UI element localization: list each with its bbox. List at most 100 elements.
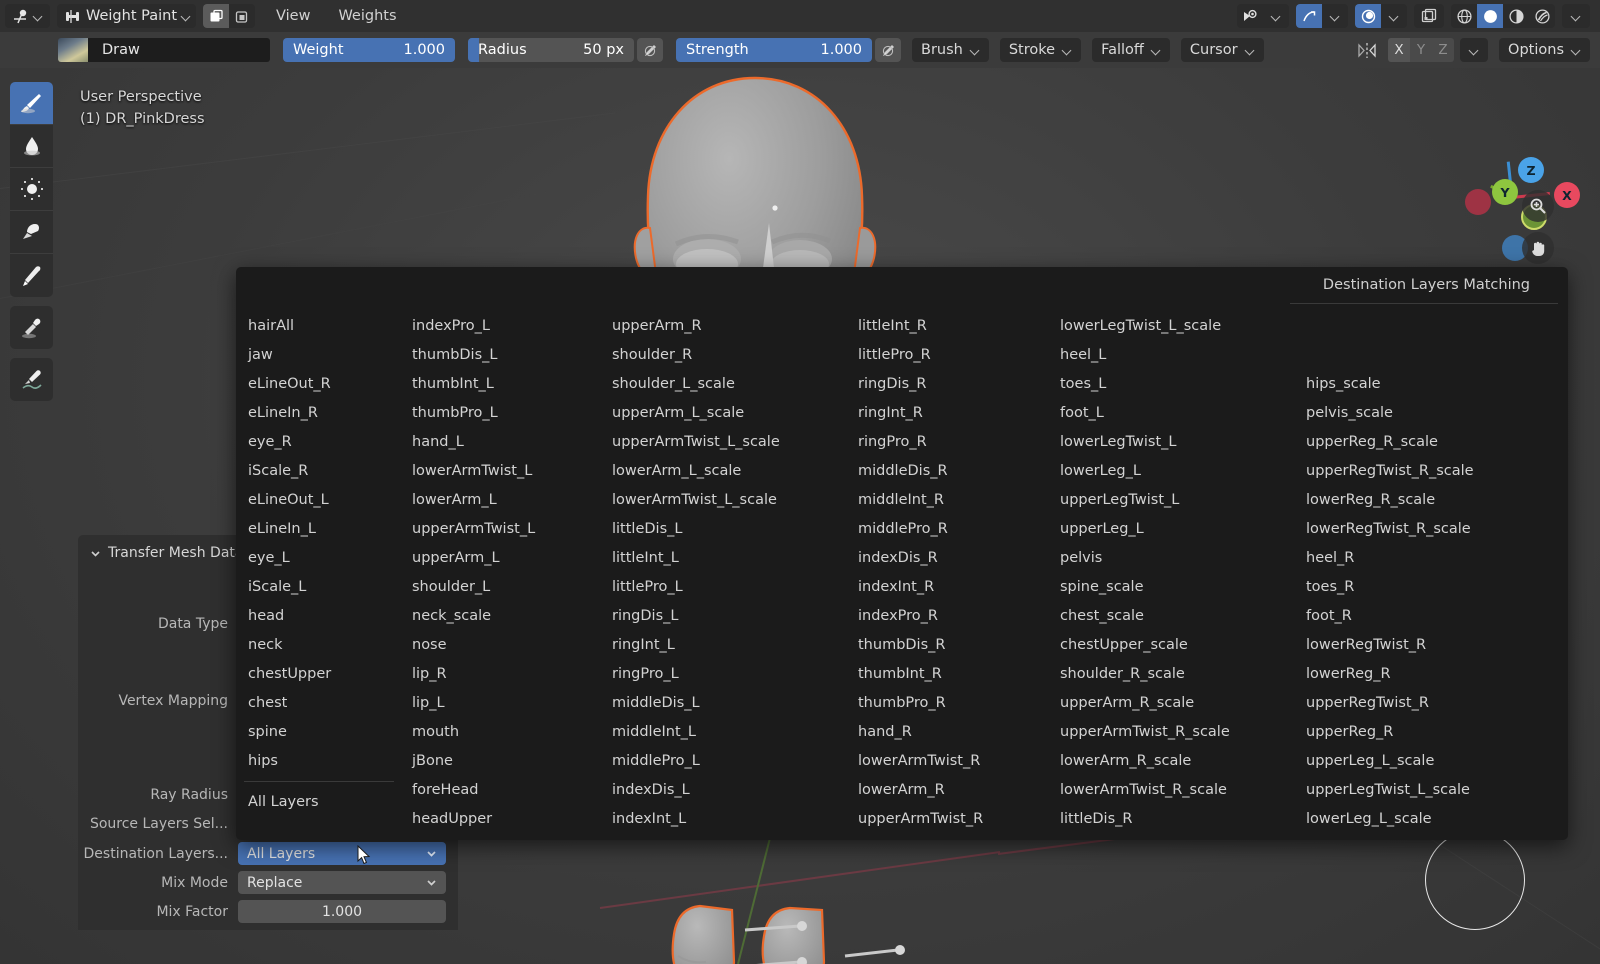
dropdown-item[interactable]: indexInt_L — [608, 804, 780, 833]
dropdown-item[interactable]: iScale_L — [244, 572, 404, 601]
dropdown-item[interactable]: lowerArmTwist_L — [408, 456, 535, 485]
brush-popover[interactable]: Brush — [912, 38, 989, 62]
dropdown-item[interactable]: toes_L — [1056, 369, 1230, 398]
dropdown-item[interactable]: chestUpper — [244, 659, 404, 688]
mix-mode-select[interactable]: Replace — [238, 871, 446, 894]
dropdown-item[interactable]: head — [244, 601, 404, 630]
dropdown-item[interactable]: lowerRegTwist_R_scale — [1302, 514, 1474, 543]
symmetry-z-toggle[interactable]: Z — [1432, 38, 1455, 62]
shading-modes[interactable] — [1451, 4, 1555, 28]
dropdown-item[interactable]: upperArmTwist_L_scale — [608, 427, 780, 456]
dropdown-item[interactable]: eye_R — [244, 427, 404, 456]
dropdown-item[interactable]: pelvis_scale — [1302, 398, 1474, 427]
dropdown-item[interactable]: ringDis_R — [854, 369, 983, 398]
dropdown-item[interactable]: lip_L — [408, 688, 535, 717]
stroke-popover[interactable]: Stroke — [999, 38, 1082, 62]
rendered-shading-button[interactable] — [1529, 4, 1555, 28]
strength-slider[interactable]: Strength 1.000 — [676, 38, 872, 62]
dropdown-item[interactable]: eLineIn_L — [244, 514, 404, 543]
vertex-selection-toggle[interactable] — [203, 4, 230, 28]
dropdown-item[interactable]: upperRegTwist_R_scale — [1302, 456, 1474, 485]
dropdown-item[interactable]: upperArm_L — [408, 543, 535, 572]
tool-header[interactable]: Draw Weight 1.000 Radius 50 px Strength … — [0, 32, 1600, 68]
dropdown-item[interactable]: indexPro_R — [854, 601, 983, 630]
dropdown-item[interactable]: upperReg_R_scale — [1302, 427, 1474, 456]
dropdown-item[interactable]: shoulder_R — [608, 340, 780, 369]
dropdown-item[interactable]: chestUpper_scale — [1056, 630, 1230, 659]
dropdown-item[interactable]: upperLegTwist_L — [1056, 485, 1230, 514]
topbar[interactable]: Weight Paint View Weights — [0, 0, 1600, 32]
dropdown-item[interactable]: lowerReg_R_scale — [1302, 485, 1474, 514]
chevron-down-icon[interactable] — [1263, 4, 1289, 28]
dropdown-item[interactable]: lowerArmTwist_L_scale — [608, 485, 780, 514]
dropdown-item[interactable]: littlePro_L — [608, 572, 780, 601]
dropdown-item[interactable]: upperArmTwist_L — [408, 514, 535, 543]
dropdown-item[interactable]: iScale_R — [244, 456, 404, 485]
dropdown-item[interactable]: lowerReg_R — [1302, 659, 1474, 688]
menu-view[interactable]: View — [276, 8, 310, 24]
dropdown-item[interactable]: hand_L — [408, 427, 535, 456]
dropdown-item[interactable]: middleDis_L — [608, 688, 780, 717]
dropdown-item[interactable]: middleInt_L — [608, 717, 780, 746]
dropdown-item[interactable]: thumbDis_R — [854, 630, 983, 659]
dropdown-item[interactable]: ringInt_L — [608, 630, 780, 659]
falloff-popover[interactable]: Falloff — [1092, 38, 1170, 62]
dropdown-item[interactable]: eye_L — [244, 543, 404, 572]
dropdown-item[interactable]: lowerLegTwist_L — [1056, 427, 1230, 456]
overlays-button[interactable] — [1414, 4, 1444, 28]
options-popover[interactable]: Options — [1499, 38, 1590, 62]
dropdown-item[interactable]: upperReg_R — [1302, 717, 1474, 746]
gizmo-ball-y[interactable]: Y — [1492, 179, 1518, 205]
dropdown-item[interactable]: thumbInt_L — [408, 369, 535, 398]
dropdown-item[interactable]: upperArmTwist_R — [854, 804, 983, 833]
gizmo-ball-x[interactable]: X — [1554, 182, 1580, 208]
dropdown-item[interactable]: lowerRegTwist_R — [1302, 630, 1474, 659]
face-selection-toggle[interactable] — [229, 4, 255, 28]
dropdown-item[interactable]: ringInt_R — [854, 398, 983, 427]
pan-view-button[interactable] — [1522, 232, 1554, 264]
dropdown-item-all-layers[interactable]: All Layers — [244, 787, 404, 816]
dropdown-item[interactable]: lowerLeg_L_scale — [1302, 804, 1474, 833]
weight-slider[interactable]: Weight 1.000 — [283, 38, 455, 62]
object-mode-toggle-pair[interactable] — [203, 4, 256, 28]
row-mix-factor[interactable]: Mix Factor 1.000 — [78, 898, 458, 925]
menu-weights[interactable]: Weights — [338, 8, 396, 24]
dropdown-item[interactable]: ringPro_L — [608, 659, 780, 688]
dropdown-item[interactable]: upperLegTwist_L_scale — [1302, 775, 1474, 804]
dropdown-item[interactable]: shoulder_R_scale — [1056, 659, 1230, 688]
zoom-view-button[interactable] — [1522, 190, 1554, 222]
dropdown-item[interactable]: littleInt_R — [854, 311, 983, 340]
dropdown-item[interactable]: hips_scale — [1302, 369, 1474, 398]
dropdown-item[interactable]: indexInt_R — [854, 572, 983, 601]
blur-tool[interactable] — [10, 125, 53, 168]
dropdown-item[interactable]: lowerArm_R_scale — [1056, 746, 1230, 775]
dropdown-item[interactable]: upperArmTwist_R_scale — [1056, 717, 1230, 746]
dropdown-item[interactable]: littleDis_R — [1056, 804, 1230, 833]
chevron-down-icon[interactable] — [1322, 4, 1348, 28]
gradient-tool[interactable] — [10, 254, 53, 297]
smear-tool[interactable] — [10, 211, 53, 254]
dropdown-item[interactable]: pelvis — [1056, 543, 1230, 572]
dropdown-item[interactable]: eLineOut_R — [244, 369, 404, 398]
dropdown-item[interactable]: upperLeg_L_scale — [1302, 746, 1474, 775]
symmetry-axis-group[interactable]: X Y Z — [1388, 38, 1455, 62]
dropdown-item[interactable]: hand_R — [854, 717, 983, 746]
shading-popover-button[interactable] — [1562, 4, 1590, 28]
snap-toggle[interactable] — [1296, 4, 1322, 28]
dropdown-item[interactable]: middlePro_L — [608, 746, 780, 775]
dropdown-item[interactable]: shoulder_L — [408, 572, 535, 601]
gizmo-ball-x-neg[interactable] — [1465, 189, 1491, 215]
proportional-edit-popover[interactable] — [1355, 4, 1407, 28]
chevron-down-icon[interactable] — [1381, 4, 1407, 28]
wireframe-shading-button[interactable] — [1451, 4, 1477, 28]
symmetry-y-toggle[interactable]: Y — [1410, 38, 1433, 62]
dropdown-item[interactable]: lip_R — [408, 659, 535, 688]
dropdown-item[interactable]: indexDis_R — [854, 543, 983, 572]
symmetry-popover-button[interactable] — [1460, 38, 1489, 62]
editor-type-button[interactable] — [5, 4, 50, 28]
dropdown-item[interactable]: eLineIn_R — [244, 398, 404, 427]
row-mix-mode[interactable]: Mix Mode Replace — [78, 869, 458, 896]
sample-weight-tool[interactable] — [10, 306, 53, 349]
dropdown-item[interactable]: upperRegTwist_R — [1302, 688, 1474, 717]
dropdown-item[interactable]: shoulder_L_scale — [608, 369, 780, 398]
